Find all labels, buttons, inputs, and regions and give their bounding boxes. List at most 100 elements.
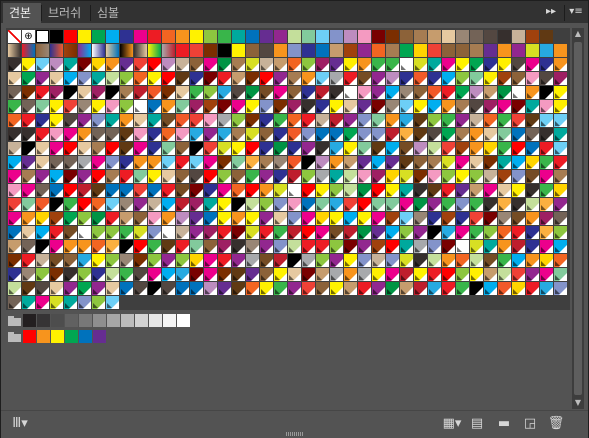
process-color-swatch[interactable] bbox=[204, 86, 217, 99]
color-swatch[interactable] bbox=[246, 30, 259, 43]
process-color-swatch[interactable] bbox=[246, 282, 259, 295]
color-swatch[interactable] bbox=[78, 30, 91, 43]
process-color-swatch[interactable] bbox=[8, 198, 21, 211]
process-color-swatch[interactable] bbox=[274, 86, 287, 99]
process-color-swatch[interactable] bbox=[8, 184, 21, 197]
process-color-swatch[interactable] bbox=[22, 170, 35, 183]
color-swatch[interactable] bbox=[344, 44, 357, 57]
color-swatch[interactable] bbox=[526, 44, 539, 57]
process-color-swatch[interactable] bbox=[78, 170, 91, 183]
process-color-swatch[interactable] bbox=[456, 114, 469, 127]
process-color-swatch[interactable] bbox=[92, 128, 105, 141]
process-color-swatch[interactable] bbox=[176, 254, 189, 267]
color-swatch[interactable] bbox=[470, 30, 483, 43]
process-color-swatch[interactable] bbox=[428, 100, 441, 113]
process-color-swatch[interactable] bbox=[176, 58, 189, 71]
process-color-swatch[interactable] bbox=[372, 58, 385, 71]
process-color-swatch[interactable] bbox=[442, 156, 455, 169]
process-color-swatch[interactable] bbox=[22, 226, 35, 239]
process-color-swatch[interactable] bbox=[288, 156, 301, 169]
process-color-swatch[interactable] bbox=[330, 86, 343, 99]
process-color-swatch[interactable] bbox=[232, 212, 245, 225]
process-color-swatch[interactable] bbox=[50, 254, 63, 267]
process-color-swatch[interactable] bbox=[344, 226, 357, 239]
process-color-swatch[interactable] bbox=[414, 114, 427, 127]
brights-group-swatch[interactable] bbox=[65, 330, 78, 343]
process-color-swatch[interactable] bbox=[288, 282, 301, 295]
process-color-swatch[interactable] bbox=[64, 212, 77, 225]
process-color-swatch[interactable] bbox=[330, 72, 343, 85]
process-color-swatch[interactable] bbox=[512, 240, 525, 253]
process-color-swatch[interactable] bbox=[106, 254, 119, 267]
process-color-swatch[interactable] bbox=[470, 58, 483, 71]
tab-swatches[interactable]: 견본 bbox=[3, 3, 41, 23]
color-swatch[interactable] bbox=[456, 30, 469, 43]
color-swatch[interactable] bbox=[64, 30, 77, 43]
process-color-swatch[interactable] bbox=[246, 198, 259, 211]
process-color-swatch[interactable] bbox=[246, 128, 259, 141]
process-color-swatch[interactable] bbox=[246, 142, 259, 155]
color-swatch[interactable] bbox=[484, 44, 497, 57]
process-color-swatch[interactable] bbox=[344, 58, 357, 71]
process-color-swatch[interactable] bbox=[78, 254, 91, 267]
process-color-swatch[interactable] bbox=[414, 128, 427, 141]
process-color-swatch[interactable] bbox=[498, 58, 511, 71]
process-color-swatch[interactable] bbox=[260, 240, 273, 253]
process-color-swatch[interactable] bbox=[526, 282, 539, 295]
process-color-swatch[interactable] bbox=[456, 240, 469, 253]
process-color-swatch[interactable] bbox=[204, 254, 217, 267]
process-color-swatch[interactable] bbox=[372, 100, 385, 113]
process-color-swatch[interactable] bbox=[204, 58, 217, 71]
color-swatch[interactable] bbox=[512, 44, 525, 57]
process-color-swatch[interactable] bbox=[386, 254, 399, 267]
process-color-swatch[interactable] bbox=[414, 240, 427, 253]
process-color-swatch[interactable] bbox=[148, 240, 161, 253]
process-color-swatch[interactable] bbox=[64, 240, 77, 253]
process-color-swatch[interactable] bbox=[64, 114, 77, 127]
process-color-swatch[interactable] bbox=[36, 114, 49, 127]
process-color-swatch[interactable] bbox=[64, 142, 77, 155]
gradient-swatch[interactable] bbox=[134, 44, 147, 57]
color-swatch[interactable] bbox=[148, 30, 161, 43]
process-color-swatch[interactable] bbox=[554, 282, 567, 295]
process-color-swatch[interactable] bbox=[414, 58, 427, 71]
grayscale-group-swatch[interactable] bbox=[65, 314, 78, 327]
process-color-swatch[interactable] bbox=[232, 100, 245, 113]
process-color-swatch[interactable] bbox=[134, 114, 147, 127]
color-swatch[interactable] bbox=[554, 44, 567, 57]
process-color-swatch[interactable] bbox=[414, 282, 427, 295]
process-color-swatch[interactable] bbox=[540, 198, 553, 211]
process-color-swatch[interactable] bbox=[428, 254, 441, 267]
process-color-swatch[interactable] bbox=[400, 226, 413, 239]
process-color-swatch[interactable] bbox=[36, 58, 49, 71]
process-color-swatch[interactable] bbox=[372, 142, 385, 155]
process-color-swatch[interactable] bbox=[106, 226, 119, 239]
process-color-swatch[interactable] bbox=[428, 198, 441, 211]
process-color-swatch[interactable] bbox=[162, 72, 175, 85]
process-color-swatch[interactable] bbox=[134, 198, 147, 211]
process-color-swatch[interactable] bbox=[498, 254, 511, 267]
swatch-options-icon[interactable]: ▤ bbox=[468, 415, 486, 433]
process-color-swatch[interactable] bbox=[162, 128, 175, 141]
process-color-swatch[interactable] bbox=[400, 198, 413, 211]
scroll-down-arrow-icon[interactable]: ▼ bbox=[572, 397, 584, 409]
process-color-swatch[interactable] bbox=[330, 198, 343, 211]
process-color-swatch[interactable] bbox=[92, 226, 105, 239]
process-color-swatch[interactable] bbox=[120, 142, 133, 155]
process-color-swatch[interactable] bbox=[134, 72, 147, 85]
color-swatch[interactable] bbox=[288, 30, 301, 43]
process-color-swatch[interactable] bbox=[512, 268, 525, 281]
process-color-swatch[interactable] bbox=[526, 156, 539, 169]
color-swatch[interactable] bbox=[358, 30, 371, 43]
process-color-swatch[interactable] bbox=[414, 254, 427, 267]
process-color-swatch[interactable] bbox=[232, 198, 245, 211]
process-color-swatch[interactable] bbox=[50, 198, 63, 211]
process-color-swatch[interactable] bbox=[260, 142, 273, 155]
process-color-swatch[interactable] bbox=[526, 268, 539, 281]
process-color-swatch[interactable] bbox=[400, 212, 413, 225]
grayscale-group-swatch[interactable] bbox=[23, 314, 36, 327]
process-color-swatch[interactable] bbox=[218, 226, 231, 239]
process-color-swatch[interactable] bbox=[8, 128, 21, 141]
process-color-swatch[interactable] bbox=[232, 114, 245, 127]
process-color-swatch[interactable] bbox=[134, 212, 147, 225]
